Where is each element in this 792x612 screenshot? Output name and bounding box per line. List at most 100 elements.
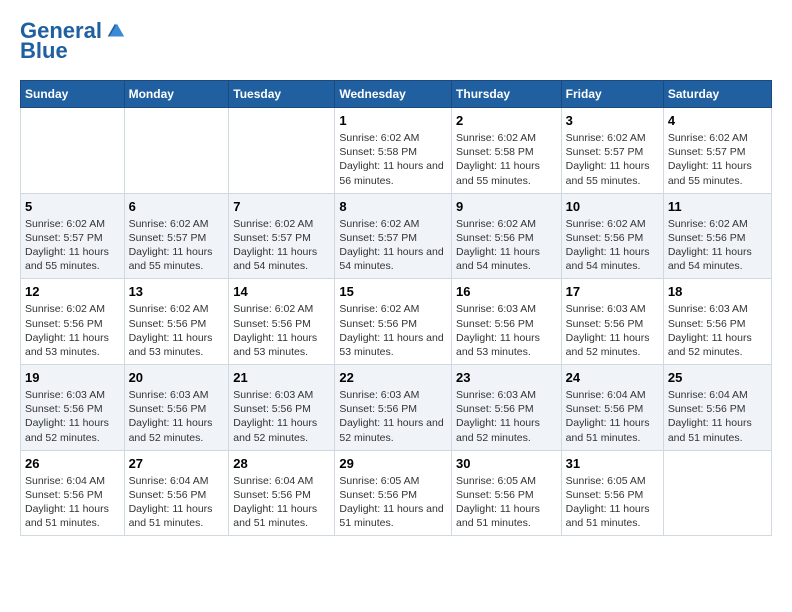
day-info: Sunrise: 6:05 AMSunset: 5:56 PMDaylight:…	[339, 474, 447, 531]
day-number: 28	[233, 456, 330, 471]
day-number: 1	[339, 113, 447, 128]
calendar-cell	[21, 108, 125, 194]
day-info: Sunrise: 6:02 AMSunset: 5:57 PMDaylight:…	[668, 131, 767, 188]
calendar-cell: 11 Sunrise: 6:02 AMSunset: 5:56 PMDayligh…	[663, 193, 771, 279]
calendar-cell: 4 Sunrise: 6:02 AMSunset: 5:57 PMDaylight…	[663, 108, 771, 194]
day-info: Sunrise: 6:02 AMSunset: 5:57 PMDaylight:…	[129, 217, 225, 274]
weekday-header-wednesday: Wednesday	[335, 81, 452, 108]
day-info: Sunrise: 6:02 AMSunset: 5:58 PMDaylight:…	[456, 131, 557, 188]
day-info: Sunrise: 6:05 AMSunset: 5:56 PMDaylight:…	[566, 474, 659, 531]
calendar-cell: 2 Sunrise: 6:02 AMSunset: 5:58 PMDaylight…	[452, 108, 562, 194]
calendar-cell: 27 Sunrise: 6:04 AMSunset: 5:56 PMDayligh…	[124, 450, 229, 536]
calendar-cell: 30 Sunrise: 6:05 AMSunset: 5:56 PMDayligh…	[452, 450, 562, 536]
day-number: 12	[25, 284, 120, 299]
day-number: 20	[129, 370, 225, 385]
weekday-header-saturday: Saturday	[663, 81, 771, 108]
calendar-cell: 13Sunrise: 6:02 AMSunset: 5:56 PMDayligh…	[124, 279, 229, 365]
day-number: 15	[339, 284, 447, 299]
weekday-header-row: SundayMondayTuesdayWednesdayThursdayFrid…	[21, 81, 772, 108]
day-number: 30	[456, 456, 557, 471]
calendar-week-2: 5 Sunrise: 6:02 AMSunset: 5:57 PMDaylight…	[21, 193, 772, 279]
day-number: 10	[566, 199, 659, 214]
day-info: Sunrise: 6:03 AMSunset: 5:56 PMDaylight:…	[456, 302, 557, 359]
day-number: 7	[233, 199, 330, 214]
day-info: Sunrise: 6:02 AMSunset: 5:56 PMDaylight:…	[668, 217, 767, 274]
calendar-cell: 29Sunrise: 6:05 AMSunset: 5:56 PMDayligh…	[335, 450, 452, 536]
calendar-week-4: 19 Sunrise: 6:03 AMSunset: 5:56 PMDayligh…	[21, 365, 772, 451]
day-number: 22	[339, 370, 447, 385]
day-number: 26	[25, 456, 120, 471]
day-info: Sunrise: 6:02 AMSunset: 5:56 PMDaylight:…	[129, 302, 225, 359]
day-number: 24	[566, 370, 659, 385]
day-number: 25	[668, 370, 767, 385]
day-info: Sunrise: 6:02 AMSunset: 5:56 PMDaylight:…	[566, 217, 659, 274]
calendar-cell: 3 Sunrise: 6:02 AMSunset: 5:57 PMDaylight…	[561, 108, 663, 194]
day-info: Sunrise: 6:02 AMSunset: 5:56 PMDaylight:…	[25, 302, 120, 359]
calendar-cell: 12 Sunrise: 6:02 AMSunset: 5:56 PMDayligh…	[21, 279, 125, 365]
day-info: Sunrise: 6:02 AMSunset: 5:57 PMDaylight:…	[339, 217, 447, 274]
calendar-cell: 24Sunrise: 6:04 AMSunset: 5:56 PMDayligh…	[561, 365, 663, 451]
day-info: Sunrise: 6:02 AMSunset: 5:56 PMDaylight:…	[233, 302, 330, 359]
day-info: Sunrise: 6:04 AMSunset: 5:56 PMDaylight:…	[233, 474, 330, 531]
calendar-cell: 19Sunrise: 6:03 AMSunset: 5:56 PMDayligh…	[21, 365, 125, 451]
day-number: 19	[25, 370, 120, 385]
calendar-cell: 18 Sunrise: 6:03 AMSunset: 5:56 PMDayligh…	[663, 279, 771, 365]
calendar-cell: 16Sunrise: 6:03 AMSunset: 5:56 PMDayligh…	[452, 279, 562, 365]
day-number: 8	[339, 199, 447, 214]
calendar-cell	[229, 108, 335, 194]
calendar-cell: 8 Sunrise: 6:02 AMSunset: 5:57 PMDaylight…	[335, 193, 452, 279]
calendar-week-5: 26 Sunrise: 6:04 AMSunset: 5:56 PMDayligh…	[21, 450, 772, 536]
calendar-cell: 20 Sunrise: 6:03 AMSunset: 5:56 PMDayligh…	[124, 365, 229, 451]
calendar-table: SundayMondayTuesdayWednesdayThursdayFrid…	[20, 80, 772, 536]
calendar-cell: 23 Sunrise: 6:03 AMSunset: 5:56 PMDayligh…	[452, 365, 562, 451]
day-number: 3	[566, 113, 659, 128]
calendar-cell: 25 Sunrise: 6:04 AMSunset: 5:56 PMDayligh…	[663, 365, 771, 451]
day-info: Sunrise: 6:02 AMSunset: 5:56 PMDaylight:…	[339, 302, 447, 359]
calendar-week-3: 12 Sunrise: 6:02 AMSunset: 5:56 PMDayligh…	[21, 279, 772, 365]
day-number: 31	[566, 456, 659, 471]
day-number: 27	[129, 456, 225, 471]
day-info: Sunrise: 6:03 AMSunset: 5:56 PMDaylight:…	[129, 388, 225, 445]
day-info: Sunrise: 6:03 AMSunset: 5:56 PMDaylight:…	[339, 388, 447, 445]
calendar-cell: 14 Sunrise: 6:02 AMSunset: 5:56 PMDayligh…	[229, 279, 335, 365]
day-number: 2	[456, 113, 557, 128]
calendar-cell	[124, 108, 229, 194]
day-info: Sunrise: 6:03 AMSunset: 5:56 PMDaylight:…	[566, 302, 659, 359]
day-info: Sunrise: 6:04 AMSunset: 5:56 PMDaylight:…	[129, 474, 225, 531]
calendar-cell: 9 Sunrise: 6:02 AMSunset: 5:56 PMDaylight…	[452, 193, 562, 279]
day-number: 23	[456, 370, 557, 385]
calendar-cell: 5Sunrise: 6:02 AMSunset: 5:57 PMDaylight…	[21, 193, 125, 279]
calendar-cell: 17 Sunrise: 6:03 AMSunset: 5:56 PMDayligh…	[561, 279, 663, 365]
logo-icon	[104, 20, 126, 42]
day-number: 5	[25, 199, 120, 214]
day-number: 18	[668, 284, 767, 299]
day-info: Sunrise: 6:02 AMSunset: 5:56 PMDaylight:…	[456, 217, 557, 274]
day-number: 11	[668, 199, 767, 214]
day-info: Sunrise: 6:04 AMSunset: 5:56 PMDaylight:…	[25, 474, 120, 531]
calendar-cell: 1Sunrise: 6:02 AMSunset: 5:58 PMDaylight…	[335, 108, 452, 194]
calendar-cell: 15 Sunrise: 6:02 AMSunset: 5:56 PMDayligh…	[335, 279, 452, 365]
day-info: Sunrise: 6:03 AMSunset: 5:56 PMDaylight:…	[456, 388, 557, 445]
logo: General Blue	[20, 20, 126, 64]
day-number: 21	[233, 370, 330, 385]
day-info: Sunrise: 6:03 AMSunset: 5:56 PMDaylight:…	[668, 302, 767, 359]
day-info: Sunrise: 6:02 AMSunset: 5:57 PMDaylight:…	[233, 217, 330, 274]
day-info: Sunrise: 6:05 AMSunset: 5:56 PMDaylight:…	[456, 474, 557, 531]
calendar-week-1: 1 Sunrise: 6:02 AMSunset: 5:58 PMDaylight…	[21, 108, 772, 194]
weekday-header-monday: Monday	[124, 81, 229, 108]
weekday-header-friday: Friday	[561, 81, 663, 108]
day-info: Sunrise: 6:03 AMSunset: 5:56 PMDaylight:…	[233, 388, 330, 445]
calendar-cell	[663, 450, 771, 536]
calendar-cell: 21 Sunrise: 6:03 AMSunset: 5:56 PMDayligh…	[229, 365, 335, 451]
day-info: Sunrise: 6:04 AMSunset: 5:56 PMDaylight:…	[668, 388, 767, 445]
day-info: Sunrise: 6:02 AMSunset: 5:57 PMDaylight:…	[566, 131, 659, 188]
day-number: 4	[668, 113, 767, 128]
weekday-header-sunday: Sunday	[21, 81, 125, 108]
day-number: 17	[566, 284, 659, 299]
calendar-cell: 31 Sunrise: 6:05 AMSunset: 5:56 PMDayligh…	[561, 450, 663, 536]
weekday-header-thursday: Thursday	[452, 81, 562, 108]
day-number: 9	[456, 199, 557, 214]
day-number: 14	[233, 284, 330, 299]
calendar-cell: 28 Sunrise: 6:04 AMSunset: 5:56 PMDayligh…	[229, 450, 335, 536]
calendar-cell: 26 Sunrise: 6:04 AMSunset: 5:56 PMDayligh…	[21, 450, 125, 536]
